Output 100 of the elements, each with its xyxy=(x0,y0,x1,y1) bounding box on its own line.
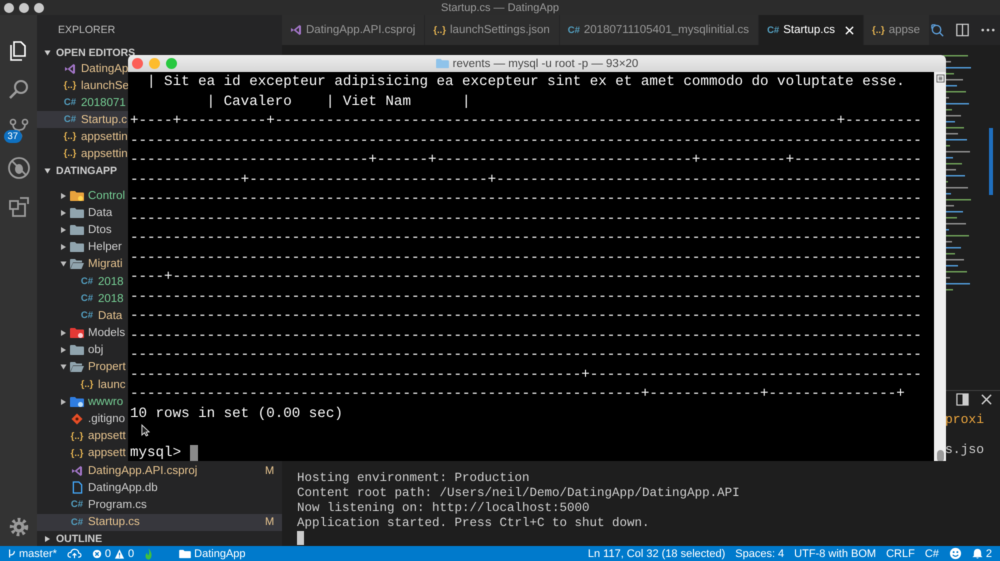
json-file-icon: {..} xyxy=(70,430,84,442)
file-tree-item[interactable]: C# 2018 xyxy=(37,272,126,290)
sidebar-title: EXPLORER xyxy=(58,24,116,36)
window-title: Startup.cs — DatingApp xyxy=(440,2,559,14)
maximize-button[interactable] xyxy=(34,2,44,12)
file-tree-item[interactable]: obj xyxy=(37,342,106,359)
editor-tab[interactable]: {..} appse xyxy=(864,15,930,45)
git-status-label: M xyxy=(265,516,274,528)
json-file-icon: {..} xyxy=(64,80,76,91)
open-editor-item[interactable]: C# 2018071 xyxy=(37,94,128,111)
language-button[interactable]: C# xyxy=(924,548,939,560)
file-tree-item[interactable]: wwwro xyxy=(37,393,126,410)
terminal-line: 10 rows in set (0.00 sec) xyxy=(130,404,343,424)
file-tree-item[interactable]: {..} appsett xyxy=(37,428,128,445)
compare-icon[interactable] xyxy=(930,22,946,38)
error-icon xyxy=(92,548,102,558)
branch-button[interactable]: master* xyxy=(8,548,57,560)
json-file-icon: {..} xyxy=(64,131,76,142)
triangle-icon[interactable] xyxy=(44,50,50,55)
editor-tab[interactable]: C# 20180711105401_mysqlinitial.cs xyxy=(560,15,760,45)
folder-button[interactable]: DatingApp xyxy=(179,548,246,560)
terminal-line: ----------------------------+------+------------------------------+----------+--------------- xyxy=(130,151,922,170)
text-cursor xyxy=(297,531,304,545)
file-tree-item[interactable]: Helper xyxy=(37,238,124,256)
csharp-file-icon: C# xyxy=(70,516,84,528)
scrollbar-thumb[interactable] xyxy=(936,450,944,461)
open-editor-item[interactable]: {..} appsettin xyxy=(37,145,130,162)
warning-icon xyxy=(114,548,126,558)
terminal-prompt: mysql> xyxy=(130,444,182,461)
mouse-pointer-icon xyxy=(141,424,150,437)
file-tree-item[interactable]: Dtos xyxy=(37,221,114,239)
json-file-icon: {..} xyxy=(433,24,446,36)
terminal-line: --------------------------------------------------------------------------------------------- xyxy=(130,229,922,248)
split-editor-icon[interactable] xyxy=(955,23,970,37)
project-file-icon xyxy=(71,464,83,477)
section-header[interactable]: DATINGAPP xyxy=(37,162,118,180)
file-tree-item[interactable]: C# Data xyxy=(37,307,124,324)
settings-icon[interactable] xyxy=(8,516,30,538)
editor-tab[interactable]: C# Startup.cs xyxy=(759,15,864,45)
file-tree-item[interactable]: Control xyxy=(37,187,128,204)
triangle-icon[interactable] xyxy=(44,168,50,174)
folder-icon xyxy=(436,58,449,69)
notifications-button[interactable]: 2 xyxy=(972,548,992,560)
terminal-output-line: Application started. Press Ctrl+C to shut down. xyxy=(297,516,651,531)
cloud-sync-icon[interactable] xyxy=(66,548,82,559)
line-ending-button[interactable]: CRLF xyxy=(886,548,915,560)
file-tree-item[interactable]: DatingApp.API.csproj M xyxy=(37,462,282,480)
terminal-line: +----+----------+------------------------------------------------------------------+--------- xyxy=(130,112,922,131)
terminal-line: --------------------------------------------------------------------------------------------- xyxy=(130,288,922,306)
json-file-icon: {..} xyxy=(872,24,885,36)
open-editor-item[interactable]: C# Startup.c xyxy=(37,111,130,128)
open-editor-item[interactable]: {..} appsettin xyxy=(37,128,130,145)
file-tree-item[interactable]: {..} appsett xyxy=(37,444,128,462)
minimize-button[interactable] xyxy=(19,2,29,12)
debug-icon[interactable] xyxy=(6,156,30,180)
section-header[interactable]: OPEN EDITORS xyxy=(37,45,136,60)
file-tree-item[interactable]: DatingApp.db xyxy=(37,479,160,496)
cursor-position[interactable]: Ln 117, Col 32 (18 selected) xyxy=(588,548,726,560)
folder-icon xyxy=(70,258,84,270)
csharp-file-icon: C# xyxy=(80,276,94,288)
smiley-icon[interactable] xyxy=(948,547,962,560)
file-tree-item[interactable]: C# Startup.cs M xyxy=(37,514,282,531)
branch-icon xyxy=(8,548,16,559)
csharp-file-icon: C# xyxy=(80,310,94,322)
terminal-line: ------------------------------------------------------------+-------------+---------------+ xyxy=(130,385,905,404)
file-tree-item[interactable]: Data xyxy=(37,204,114,222)
close-button[interactable] xyxy=(4,2,14,12)
more-icon[interactable] xyxy=(980,28,995,32)
close-icon[interactable] xyxy=(981,394,992,405)
file-tree-item[interactable]: Models xyxy=(37,324,128,342)
file-tree-item[interactable]: {..} launc xyxy=(37,376,128,394)
terminal-line: --------------------------------------------------------------------------------------------- xyxy=(130,326,922,346)
file-tree-item[interactable]: Migrati xyxy=(37,256,125,273)
json-file-icon: {..} xyxy=(64,148,76,159)
open-editor-item[interactable]: {..} launchSe xyxy=(37,77,131,94)
file-icon xyxy=(72,481,82,494)
menu-icon[interactable] xyxy=(936,74,944,83)
file-tree-item[interactable]: C# 2018 xyxy=(37,290,126,308)
folder-icon xyxy=(70,206,84,219)
project-file-icon xyxy=(290,24,302,36)
extensions-icon[interactable] xyxy=(6,195,30,219)
editor-tab[interactable]: DatingApp.API.csproj xyxy=(282,15,426,45)
file-tree-item[interactable]: C# Program.cs xyxy=(37,496,149,514)
terminal-line: | Cavalero | Viet Nam | xyxy=(206,92,471,112)
problems-button[interactable]: 0 0 xyxy=(92,548,134,560)
editor-tab[interactable]: {..} launchSettings.json xyxy=(425,15,560,45)
indentation-button[interactable]: Spaces: 4 xyxy=(735,548,784,560)
maximize-panel-icon[interactable] xyxy=(956,393,969,406)
file-tree-item[interactable]: .gitigno xyxy=(37,410,128,428)
csharp-file-icon: C# xyxy=(64,97,76,108)
csharp-file-icon: C# xyxy=(767,24,780,36)
terminal-line: --------------------------------------------------------------------------------------------- xyxy=(130,210,922,228)
code-fragment: proxi xyxy=(945,412,984,427)
bell-icon xyxy=(972,548,983,559)
terminal-line: --------------------------------------------------------------------------------------------- xyxy=(130,190,922,209)
open-editor-item[interactable]: DatingAp xyxy=(37,60,130,77)
file-tree-item[interactable]: Propert xyxy=(37,358,128,376)
encoding-button[interactable]: UTF-8 with BOM xyxy=(794,548,876,560)
text-cursor xyxy=(190,444,198,461)
terminal-line: -------------+----------------------------+-------------------------------------------------- xyxy=(130,170,922,190)
